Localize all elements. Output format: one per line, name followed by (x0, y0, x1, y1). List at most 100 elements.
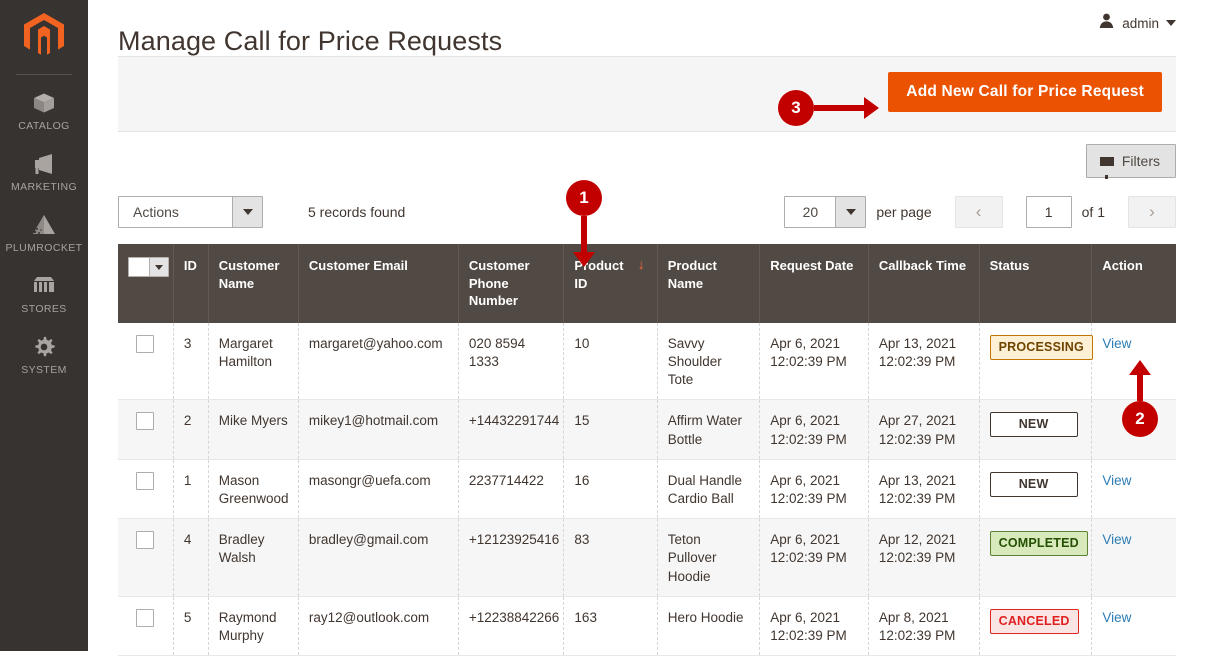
column-header-customer-phone-number[interactable]: Customer Phone Number (458, 244, 565, 323)
column-header-callback-time[interactable]: Callback Time (868, 244, 980, 323)
admin-sidebar: CATALOG MARKETING PLUMROCKET STORES SYST… (0, 0, 88, 651)
cell-action[interactable]: View (1091, 518, 1176, 597)
cell-status: NEW (979, 459, 1093, 520)
funnel-icon (1099, 156, 1114, 179)
cell-action[interactable]: View (1091, 596, 1176, 656)
row-checkbox[interactable] (136, 531, 155, 550)
annotation-marker-1: 1 (566, 180, 602, 267)
sidebar-item-stores[interactable]: STORES (0, 264, 88, 325)
per-page-select-value: 20 (802, 204, 819, 220)
column-header-customer-name[interactable]: Customer Name (208, 244, 299, 323)
select-all-checkbox[interactable] (129, 258, 149, 276)
annotation-arrow-head (573, 252, 595, 267)
cell-status: PROCESSING (979, 322, 1093, 401)
previous-page-button[interactable]: ‹ (954, 196, 1003, 228)
megaphone-icon (2, 151, 86, 177)
cell-callback-time: Apr 13, 2021 12:02:39 PM (868, 322, 980, 401)
annotation-arrow-stem (581, 216, 587, 252)
column-header-product-name[interactable]: Product Name (657, 244, 761, 323)
cell-request-date: Apr 6, 2021 12:02:39 PM (759, 518, 869, 597)
row-checkbox[interactable] (136, 334, 155, 353)
cell-customer-phone-number: +12238842266 (458, 596, 565, 656)
column-header-status[interactable]: Status (979, 244, 1093, 323)
sidebar-item-label: STORES (21, 303, 67, 315)
view-link[interactable]: View (1102, 532, 1131, 547)
sidebar-item-label: SYSTEM (21, 364, 67, 376)
row-select-cell[interactable] (118, 399, 174, 460)
row-checkbox[interactable] (136, 412, 155, 431)
row-select-cell[interactable] (118, 459, 174, 520)
records-found-label: 5 records found (308, 204, 406, 220)
cell-customer-name: Mike Myers (208, 399, 299, 460)
cell-customer-phone-number: 2237714422 (458, 459, 565, 520)
sidebar-item-catalog[interactable]: CATALOG (0, 81, 88, 142)
cell-id: 3 (173, 322, 209, 401)
actions-select[interactable]: Actions (118, 196, 263, 228)
per-page-label: per page (876, 204, 932, 220)
add-new-call-for-price-request-button[interactable]: Add New Call for Price Request (888, 72, 1162, 112)
cell-customer-phone-number: +12123925416 (458, 518, 565, 597)
page-number-input[interactable] (1025, 196, 1072, 228)
row-select-cell[interactable] (118, 322, 174, 401)
sidebar-item-plumrocket[interactable]: PLUMROCKET (0, 203, 88, 264)
pyramid-icon (2, 212, 86, 238)
annotation-arrow-head (1129, 360, 1151, 375)
table-row[interactable]: 2 Mike Myers mikey1@hotmail.com +1443229174… (118, 399, 1176, 460)
row-checkbox[interactable] (136, 471, 155, 490)
cell-product-id: 10 (563, 322, 658, 401)
annotation-bubble-label: 2 (1122, 401, 1158, 437)
admin-user-label: admin (1122, 15, 1159, 31)
cell-product-name: Dual Handle Cardio Ball (657, 459, 761, 520)
cell-status: COMPLETED (979, 518, 1093, 597)
filters-button[interactable]: Filters (1085, 144, 1176, 179)
admin-user-menu[interactable]: admin (1098, 12, 1176, 34)
chevron-down-icon (232, 197, 262, 227)
gear-icon (2, 334, 86, 360)
cell-request-date: Apr 6, 2021 12:02:39 PM (759, 322, 869, 401)
cell-action[interactable]: View (1091, 459, 1176, 520)
main-content: Manage Call for Price Requests admin Add… (88, 0, 1206, 656)
annotation-arrow-stem (1137, 375, 1143, 401)
table-row[interactable]: 5 Raymond Murphy ray12@outlook.com +1223884… (118, 596, 1176, 656)
cell-callback-time: Apr 12, 2021 12:02:39 PM (868, 518, 980, 597)
table-row[interactable]: 3 Margaret Hamilton margaret@yahoo.com 020 … (118, 322, 1176, 401)
row-checkbox[interactable] (136, 608, 155, 627)
cell-id: 4 (173, 518, 209, 597)
cell-id: 1 (173, 459, 209, 520)
cell-product-id: 16 (563, 459, 658, 520)
page-actions-bar: Add New Call for Price Request (118, 56, 1176, 132)
cell-customer-name: Raymond Murphy (208, 596, 299, 656)
cell-request-date: Apr 6, 2021 12:02:39 PM (759, 459, 869, 520)
view-link[interactable]: View (1102, 336, 1131, 351)
total-pages-label: of 1 (1081, 204, 1105, 220)
page-title: Manage Call for Price Requests (118, 26, 503, 57)
column-header-customer-email[interactable]: Customer Email (298, 244, 459, 323)
cell-product-id: 163 (563, 596, 658, 656)
box-icon (2, 90, 86, 116)
column-header-id[interactable]: ID (173, 244, 209, 323)
column-header-action: Action (1091, 244, 1176, 323)
status-badge: NEW (989, 412, 1078, 438)
grid-header: ID Customer Name Customer Email Customer… (118, 244, 1176, 323)
view-link[interactable]: View (1102, 610, 1131, 625)
storefront-icon (2, 273, 86, 299)
row-select-cell[interactable] (118, 596, 174, 656)
grid-header-row: ID Customer Name Customer Email Customer… (118, 244, 1176, 323)
table-row[interactable]: 4 Bradley Walsh bradley@gmail.com +12123925… (118, 518, 1176, 597)
column-header-request-date[interactable]: Request Date (759, 244, 869, 323)
row-select-cell[interactable] (118, 518, 174, 597)
cell-request-date: Apr 6, 2021 12:02:39 PM (759, 399, 869, 460)
annotation-bubble-label: 1 (566, 180, 602, 216)
view-link[interactable]: View (1102, 473, 1131, 488)
sidebar-item-marketing[interactable]: MARKETING (0, 142, 88, 203)
magento-logo[interactable] (0, 0, 88, 74)
chevron-left-icon: ‹ (975, 202, 982, 221)
table-row[interactable]: 1 Mason Greenwood masongr@uefa.com 22377144… (118, 459, 1176, 520)
per-page-select[interactable]: 20 (784, 196, 867, 228)
checkbox-dropdown-icon[interactable] (128, 257, 169, 277)
column-mass-select[interactable] (118, 244, 174, 323)
sidebar-item-system[interactable]: SYSTEM (0, 325, 88, 386)
next-page-button[interactable]: › (1128, 196, 1176, 228)
status-badge: PROCESSING (989, 334, 1093, 360)
chevron-down-icon[interactable] (149, 258, 168, 276)
